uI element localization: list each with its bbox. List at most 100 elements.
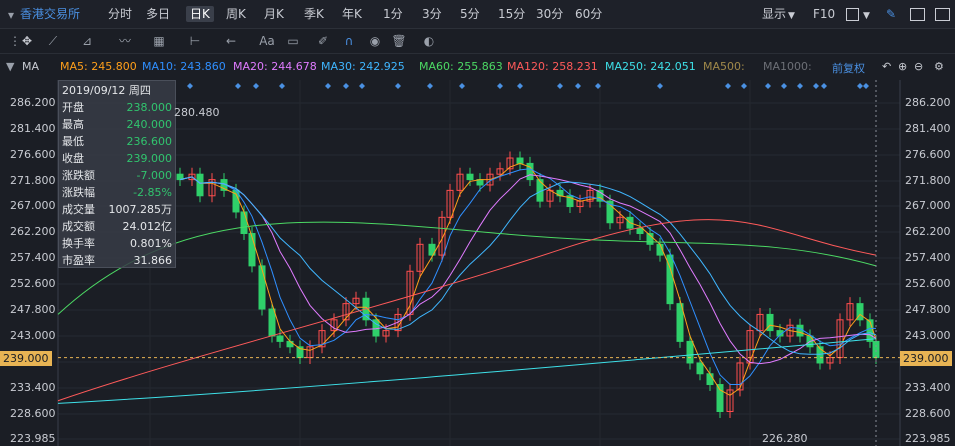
tooltip-key: 市盈率: [62, 254, 95, 267]
tab-period-1[interactable]: 多日: [146, 6, 170, 22]
ma-legend-item[interactable]: MA1000:: [763, 60, 812, 73]
tab-period-9[interactable]: 5分: [460, 6, 480, 22]
magnet-icon[interactable]: ∩: [340, 32, 358, 50]
tab-period-6[interactable]: 年K: [342, 6, 362, 22]
tab-period-2[interactable]: 日K: [186, 6, 214, 22]
tooltip-key: 成交量: [62, 203, 95, 216]
ma-legend-item[interactable]: MA250: 242.051: [605, 60, 696, 73]
tooltip-row: 换手率 0.801%: [62, 235, 172, 252]
y-axis-tick-right: 228.600: [905, 407, 951, 420]
high-annotation: 280.480: [174, 106, 220, 119]
dropdown-arrow-icon[interactable]: ▼: [6, 60, 14, 73]
exchange-label[interactable]: 香港交易所: [20, 6, 80, 22]
fibonacci-tool-icon[interactable]: ▦: [150, 32, 168, 50]
ma-legend-item[interactable]: MA60: 255.863: [419, 60, 503, 73]
toggle-icon[interactable]: ◐: [420, 32, 438, 50]
tooltip-row: 成交额 24.012亿: [62, 218, 172, 235]
y-axis-tick-right: 257.400: [905, 251, 951, 264]
tooltip-row: 最高 240.000: [62, 116, 172, 133]
tooltip-value: 31.866: [133, 254, 173, 267]
y-axis-tick-left: 233.400: [10, 381, 56, 394]
tooltip-key: 开盘: [62, 101, 84, 114]
tab-period-8[interactable]: 3分: [422, 6, 442, 22]
y-axis-tick-left: 271.800: [10, 174, 56, 187]
tab-period-7[interactable]: 1分: [383, 6, 403, 22]
crosshair-move-icon[interactable]: ✥: [18, 32, 36, 50]
zoom-out-icon[interactable]: ⊖: [914, 60, 923, 73]
y-axis-tick-right: 271.800: [905, 174, 951, 187]
y-axis-tick-left: 252.600: [10, 277, 56, 290]
low-annotation: 226.280: [762, 432, 808, 445]
candle-body: [706, 373, 714, 386]
trash-icon[interactable]: 🗑: [390, 32, 408, 50]
tab-period-0[interactable]: 分时: [108, 6, 132, 22]
zoom-in-icon[interactable]: ⊕: [898, 60, 907, 73]
tab-period-10[interactable]: 15分: [498, 6, 525, 22]
indicator-label[interactable]: MA: [22, 60, 39, 73]
y-axis-tick-right: 247.800: [905, 303, 951, 316]
tab-period-5[interactable]: 季K: [304, 6, 324, 22]
tooltip-value: 239.000: [126, 152, 173, 165]
candle-body: [196, 173, 204, 197]
line-tool-icon[interactable]: ⟋: [44, 32, 62, 50]
tab-period-4[interactable]: 月K: [264, 6, 284, 22]
y-axis-tick-right: 262.200: [905, 225, 951, 238]
drawing-toolbar: ⋮ ✥ ⟋ ⊿ 〰 ▦ ⊢ ← Aa ▭ ✐ ∩ ◉ 🗑 ◐: [0, 29, 955, 54]
tab-period-11[interactable]: 30分: [536, 6, 563, 22]
wave-tool-icon[interactable]: 〰: [116, 32, 134, 50]
candle-body: [258, 265, 266, 310]
ma-legend-item[interactable]: MA20: 244.678: [233, 60, 317, 73]
adjust-mode-button[interactable]: 前复权: [832, 60, 865, 76]
tab-period-12[interactable]: 60分: [575, 6, 602, 22]
chevron-down-icon[interactable]: ▾: [2, 6, 20, 24]
settings-gear-icon[interactable]: ⚙: [934, 60, 944, 73]
candle-body: [636, 227, 644, 235]
tooltip-value: 238.000: [126, 101, 173, 114]
channel-tool-icon[interactable]: ⊿: [78, 32, 96, 50]
tooltip-value: 1007.285万: [108, 203, 173, 216]
ma-legend-item[interactable]: MA500:: [703, 60, 745, 73]
event-marker-icon: [497, 83, 503, 89]
f10-button[interactable]: F10: [813, 6, 835, 22]
tooltip-key: 成交额: [62, 220, 95, 233]
y-axis-tick-left: 223.985: [10, 432, 56, 445]
comment-tool-icon[interactable]: ▭: [284, 32, 302, 50]
eraser-icon[interactable]: ✐: [314, 32, 332, 50]
chevron-down-icon[interactable]: ▼: [863, 8, 870, 24]
y-axis-tick-left: 228.600: [10, 407, 56, 420]
measure-tool-icon[interactable]: ⊢: [186, 32, 204, 50]
window-icon[interactable]: [910, 8, 925, 21]
tooltip-key: 涨跌额: [62, 169, 95, 182]
tooltip-value: -2.85%: [133, 186, 172, 199]
event-marker-icon: [813, 83, 819, 89]
y-axis-tick-right: 286.200: [905, 96, 951, 109]
candle-body: [516, 157, 524, 164]
arrow-tool-icon[interactable]: ←: [222, 32, 240, 50]
checkbox-icon[interactable]: [846, 8, 859, 21]
text-tool-icon[interactable]: Aa: [258, 32, 276, 50]
chevron-down-icon[interactable]: ▼: [788, 8, 795, 24]
ma60-line: [57, 221, 877, 315]
candle-body: [466, 173, 474, 181]
event-marker-icon: [765, 83, 771, 89]
undo-icon[interactable]: ↶: [882, 60, 891, 73]
tooltip-value: 0.801%: [130, 237, 172, 250]
top-bar: ▾ 香港交易所 分时 多日 日K 周K 月K 季K 年K 1分 3分 5分 15分 30分 60分 显示…: [0, 0, 955, 29]
tooltip-row: 最低 236.600: [62, 133, 172, 150]
event-marker-icon: [359, 83, 365, 89]
tooltip-key: 换手率: [62, 237, 95, 250]
ma-legend-item[interactable]: MA30: 242.925: [321, 60, 405, 73]
ma-legend-item[interactable]: MA120: 258.231: [507, 60, 598, 73]
ma-legend-item[interactable]: MA5: 245.800: [60, 60, 137, 73]
y-axis-tick-right: 243.000: [905, 329, 951, 342]
eye-icon[interactable]: ◉: [366, 32, 384, 50]
y-axis-tick-right: 233.400: [905, 381, 951, 394]
tab-period-3[interactable]: 周K: [226, 6, 246, 22]
maximize-icon[interactable]: [935, 8, 950, 21]
y-axis-tick-left: 247.800: [10, 303, 56, 316]
display-dropdown[interactable]: 显示: [762, 6, 786, 22]
tooltip-key: 收盘: [62, 152, 84, 165]
tooltip-row: 开盘 238.000: [62, 99, 172, 116]
brush-icon[interactable]: ✎: [886, 6, 896, 22]
ma-legend-item[interactable]: MA10: 243.860: [142, 60, 226, 73]
